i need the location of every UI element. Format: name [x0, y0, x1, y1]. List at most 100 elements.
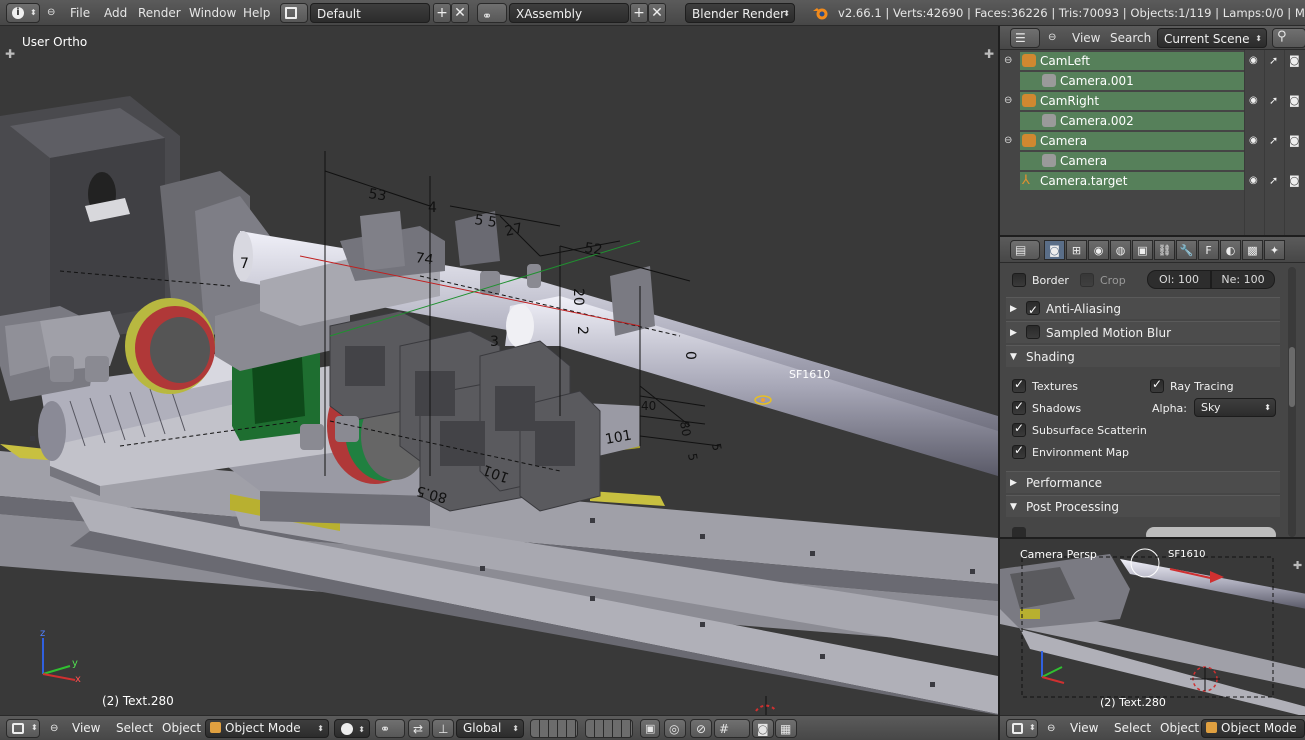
menu-select[interactable]: Select — [116, 720, 153, 737]
collapse-menu-icon[interactable]: ⊖ — [1048, 28, 1056, 48]
snap-element-dropdown[interactable]: # — [714, 719, 750, 738]
old-field[interactable]: Ol: 100 — [1147, 270, 1211, 289]
outliner-row[interactable]: ⊖ Camera ◉ ➚ ◙ — [1000, 131, 1305, 151]
editor-type-button[interactable]: ☰ — [1010, 28, 1040, 48]
renderability-camera-icon[interactable]: ◙ — [1289, 131, 1300, 151]
snap-toggle[interactable]: ⊘ — [690, 719, 712, 738]
translate-manipulator[interactable]: ⊥ — [432, 719, 454, 738]
layer-buttons-a[interactable] — [530, 719, 578, 738]
menu-object[interactable]: Object — [1160, 720, 1199, 737]
shading-dropdown[interactable]: ⬍ — [334, 719, 370, 738]
motion-blur-checkbox[interactable] — [1026, 325, 1040, 339]
menu-object[interactable]: Object — [162, 720, 201, 737]
editor-type-button[interactable]: ⬍ — [1006, 719, 1038, 738]
lock-layers-button[interactable]: ▣ — [640, 719, 660, 738]
world-tab-icon[interactable]: ◍ — [1110, 240, 1131, 260]
renderability-camera-icon[interactable]: ◙ — [1289, 91, 1300, 111]
3d-viewport[interactable]: 53 4 5 5 27 52 74 7 20 2 0 40 80 5 5 101… — [0, 26, 998, 715]
outliner-row[interactable]: Camera.001 — [1000, 71, 1305, 91]
selectability-arrow-icon[interactable]: ➚ — [1269, 131, 1278, 151]
panel-performance[interactable]: ▶ Performance — [1006, 471, 1280, 493]
scene-field[interactable]: XAssembly — [509, 3, 629, 23]
visibility-eye-icon[interactable]: ◉ — [1249, 171, 1258, 191]
render-tab-icon[interactable]: ◙ — [1044, 240, 1065, 260]
crop-checkbox[interactable] — [1080, 273, 1094, 287]
outliner-row[interactable]: Camera.002 — [1000, 111, 1305, 131]
particles-tab-icon[interactable]: ✦ — [1264, 240, 1285, 260]
search-button[interactable]: ⚲ — [1272, 28, 1305, 48]
menu-view[interactable]: View — [1070, 720, 1098, 737]
panel-anti-aliasing[interactable]: ▶ Anti-Aliasing — [1006, 297, 1280, 321]
screen-layout-selector[interactable] — [280, 3, 308, 23]
panel-shading[interactable]: ▼ Shading — [1006, 345, 1280, 367]
render-engine-dropdown[interactable]: Blender Render ⬍ — [685, 3, 795, 23]
outliner-row[interactable]: ⊖ CamLeft ◉ ➚ ◙ — [1000, 51, 1305, 71]
render-image-button[interactable]: ◙ — [752, 719, 774, 738]
orientation-dropdown[interactable]: Global ⬍ — [456, 719, 524, 738]
render-animation-button[interactable]: ▦ — [775, 719, 797, 738]
layer-buttons-b[interactable] — [585, 719, 633, 738]
scene-selector[interactable]: ⚭ — [477, 3, 507, 23]
menu-add[interactable]: Add — [104, 3, 127, 23]
collapse-menu-icon[interactable]: ⊖ — [50, 720, 58, 737]
alpha-dropdown[interactable]: Sky ⬍ — [1194, 398, 1276, 417]
border-checkbox[interactable] — [1012, 273, 1026, 287]
editor-type-button[interactable]: ▤ — [1010, 240, 1040, 260]
new-field[interactable]: Ne: 100 — [1211, 270, 1275, 289]
camera-viewport[interactable]: ✚ SF1610 Camera Persp (2) Text.280 — [1000, 537, 1305, 715]
editor-type-button[interactable]: ⬍ — [6, 719, 40, 738]
outliner-row[interactable]: ⅄ Camera.target ◉ ➚ ◙ — [1000, 171, 1305, 191]
add-scene-button[interactable]: + — [630, 3, 648, 23]
render-layers-tab-icon[interactable]: ⊞ — [1066, 240, 1087, 260]
add-layout-button[interactable]: + — [433, 3, 451, 23]
sss-checkbox[interactable] — [1012, 421, 1026, 437]
display-mode-dropdown[interactable]: Current Scene ⬍ — [1157, 28, 1267, 48]
menu-window[interactable]: Window — [189, 3, 236, 23]
menu-help[interactable]: Help — [243, 3, 270, 23]
panel-motion-blur[interactable]: ▶ Sampled Motion Blur — [1006, 321, 1280, 343]
outliner-row[interactable]: Camera — [1000, 151, 1305, 171]
expand-toggle-icon[interactable]: ⊖ — [1004, 131, 1012, 151]
object-tab-icon[interactable]: ▣ — [1132, 240, 1153, 260]
properties-scrollbar[interactable] — [1288, 267, 1296, 537]
menu-view[interactable]: View — [72, 720, 100, 737]
menu-render[interactable]: Render — [138, 3, 181, 23]
mode-dropdown[interactable]: Object Mode — [1201, 719, 1305, 738]
panel-post-processing[interactable]: ▼ Post Processing — [1006, 495, 1280, 517]
expand-toggle-icon[interactable]: ⊖ — [1004, 91, 1012, 111]
editor-type-button[interactable]: i ⬍ — [6, 3, 40, 23]
collapse-menu-icon[interactable]: ⊖ — [47, 3, 55, 23]
menu-view[interactable]: View — [1072, 28, 1100, 48]
visibility-eye-icon[interactable]: ◉ — [1249, 51, 1258, 71]
renderability-camera-icon[interactable]: ◙ — [1289, 51, 1300, 71]
texture-tab-icon[interactable]: ▩ — [1242, 240, 1263, 260]
selectability-arrow-icon[interactable]: ➚ — [1269, 51, 1278, 71]
ray-tracing-checkbox[interactable] — [1150, 377, 1164, 393]
manipulator-toggle[interactable]: ⇄ — [408, 719, 430, 738]
visibility-eye-icon[interactable]: ◉ — [1249, 91, 1258, 111]
remove-layout-button[interactable]: ✕ — [451, 3, 469, 23]
object-data-tab-icon[interactable]: F — [1198, 240, 1219, 260]
expand-toggle-icon[interactable]: ⊖ — [1004, 51, 1012, 71]
menu-search[interactable]: Search — [1110, 28, 1151, 48]
menu-file[interactable]: File — [70, 3, 90, 23]
anti-aliasing-checkbox[interactable] — [1026, 299, 1040, 321]
env-map-checkbox[interactable] — [1012, 443, 1026, 459]
pivot-dropdown[interactable]: ⚭ — [375, 719, 405, 738]
modifiers-tab-icon[interactable]: 🔧 — [1176, 240, 1197, 260]
proportional-edit-button[interactable]: ◎ — [664, 719, 686, 738]
material-tab-icon[interactable]: ◐ — [1220, 240, 1241, 260]
layout-field[interactable]: Default — [310, 3, 430, 23]
renderability-camera-icon[interactable]: ◙ — [1289, 171, 1300, 191]
textures-checkbox[interactable] — [1012, 377, 1026, 393]
selectability-arrow-icon[interactable]: ➚ — [1269, 91, 1278, 111]
remove-scene-button[interactable]: ✕ — [648, 3, 666, 23]
visibility-eye-icon[interactable]: ◉ — [1249, 131, 1258, 151]
menu-select[interactable]: Select — [1114, 720, 1151, 737]
selectability-arrow-icon[interactable]: ➚ — [1269, 171, 1278, 191]
collapse-menu-icon[interactable]: ⊖ — [1047, 720, 1055, 737]
outliner-row[interactable]: ⊖ CamRight ◉ ➚ ◙ — [1000, 91, 1305, 111]
constraints-tab-icon[interactable]: ⛓ — [1154, 240, 1175, 260]
mode-dropdown[interactable]: Object Mode ⬍ — [205, 719, 329, 738]
shadows-checkbox[interactable] — [1012, 399, 1026, 415]
